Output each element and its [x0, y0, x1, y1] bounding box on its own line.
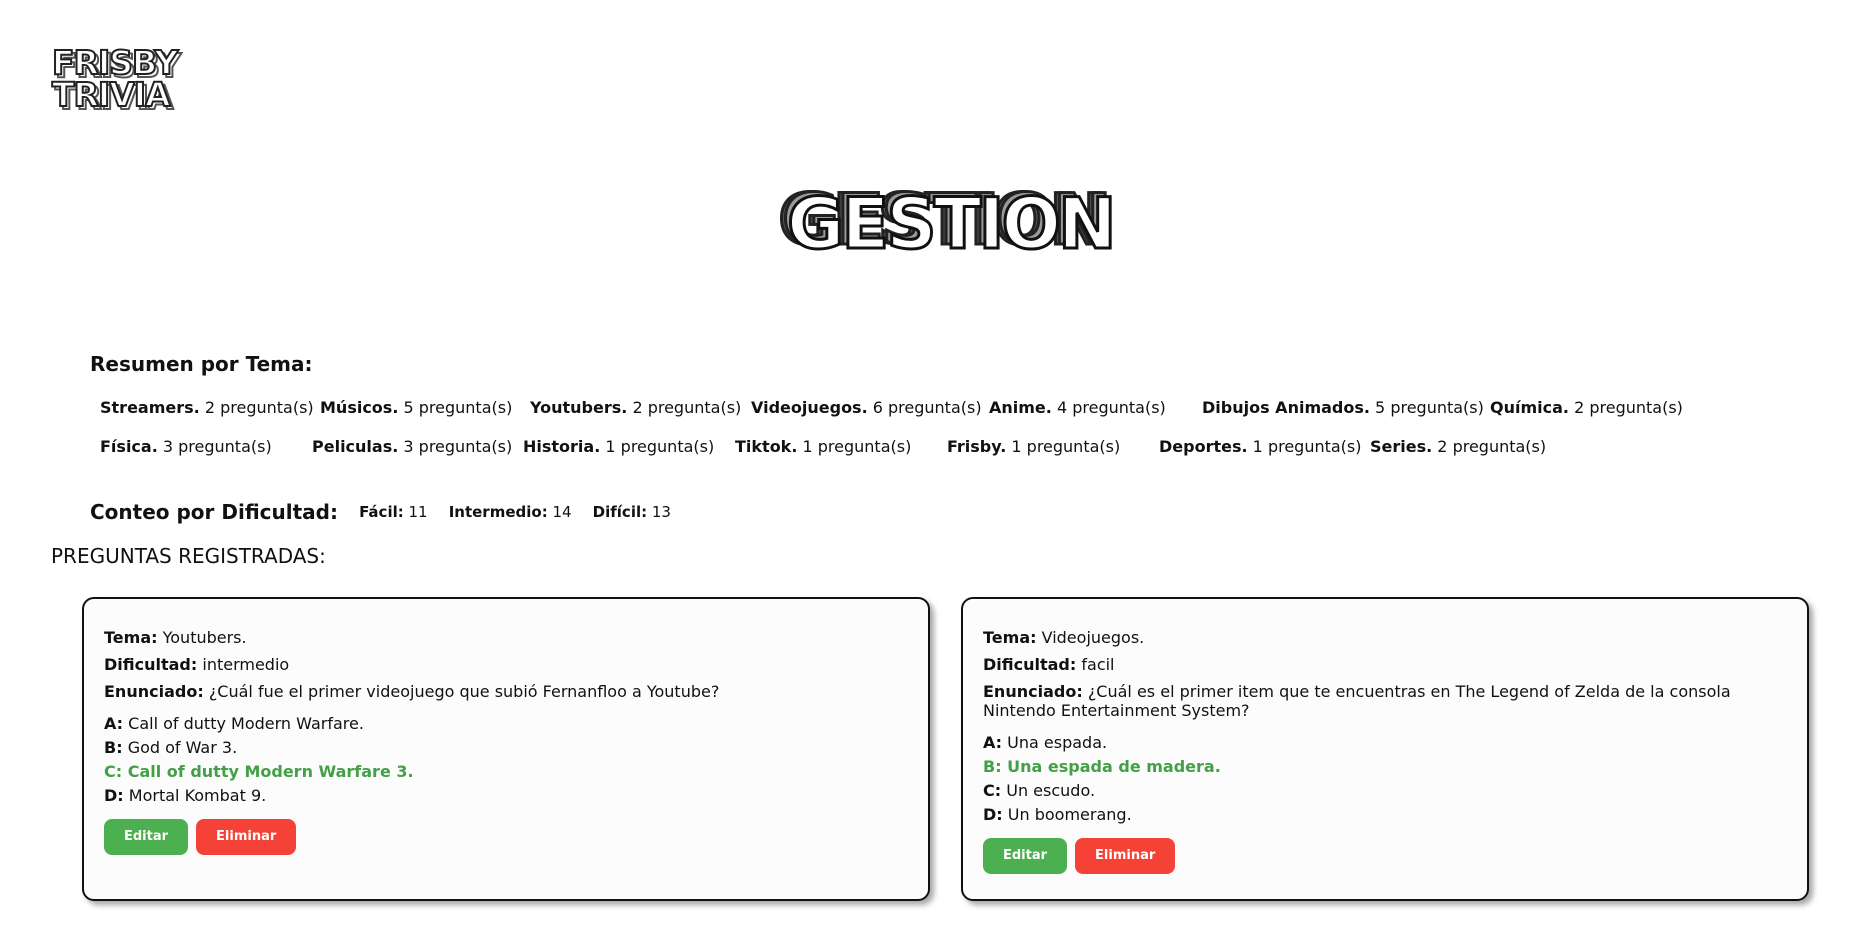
topic-summary-item: Series. 2 pregunta(s) [1370, 437, 1547, 456]
delete-button[interactable]: Eliminar [1075, 838, 1176, 874]
frisby-trivia-logo[interactable]: FRISBY FRISBY FRISBY TRIVIA TRIVIA TRIVI… [51, 43, 212, 118]
card-actions: Editar Eliminar [983, 838, 1787, 874]
difficulty-count-row: Conteo por Dificultad: Fácil: 11 Interme… [90, 500, 671, 526]
option-b: B: God of War 3. [104, 738, 238, 757]
question-topic: Tema: Youtubers. [104, 628, 247, 647]
question-difficulty: Dificultad: intermedio [104, 655, 290, 674]
question-topic: Tema: Videojuegos. [983, 628, 1145, 647]
difficulty-count-intermediate: Intermedio: 14 [448, 503, 572, 521]
topic-summary-item: Dibujos Animados. 5 pregunta(s) [1202, 398, 1484, 417]
topic-summary-item: Youtubers. 2 pregunta(s) [530, 398, 742, 417]
difficulty-count-hard: Difícil: 13 [592, 503, 671, 521]
delete-button[interactable]: Eliminar [196, 819, 297, 855]
question-statement: Enunciado: ¿Cuál fue el primer videojueg… [104, 682, 720, 701]
page-title-container: GESTION GESTION GESTION [0, 184, 1876, 265]
topic-summary-item: Frisby. 1 pregunta(s) [947, 437, 1121, 456]
topic-summary-item: Química. 2 pregunta(s) [1490, 398, 1683, 417]
logo-line-2: TRIVIA TRIVIA TRIVIA [51, 75, 212, 118]
card-actions: Editar Eliminar [104, 819, 908, 855]
option-c: C: Un escudo. [983, 781, 1096, 800]
option-d: D: Mortal Kombat 9. [104, 786, 267, 805]
topic-summary-item: Física. 3 pregunta(s) [100, 437, 272, 456]
topic-summary-item: Peliculas. 3 pregunta(s) [312, 437, 513, 456]
edit-button[interactable]: Editar [104, 819, 189, 855]
question-card: Tema: Youtubers. Dificultad: intermedio … [82, 597, 930, 901]
topic-summary-item: Deportes. 1 pregunta(s) [1159, 437, 1362, 456]
option-b-correct: B: Una espada de madera. [983, 757, 1221, 776]
question-statement: Enunciado: ¿Cuál es el primer item que t… [983, 682, 1731, 720]
option-c-correct: C: Call of dutty Modern Warfare 3. [104, 762, 414, 781]
topic-summary-item: Anime. 4 pregunta(s) [989, 398, 1166, 417]
topic-summary-item: Streamers. 2 pregunta(s) [100, 398, 314, 417]
page-title: GESTION GESTION GESTION [777, 184, 1119, 265]
logo-text-line2: TRIVIA [51, 75, 172, 114]
question-options: A: Call of dutty Modern Warfare. B: God … [104, 714, 908, 805]
option-a: A: Call of dutty Modern Warfare. [104, 714, 364, 733]
question-card: Tema: Videojuegos. Dificultad: facil Enu… [961, 597, 1809, 901]
question-difficulty: Dificultad: facil [983, 655, 1115, 674]
edit-button[interactable]: Editar [983, 838, 1068, 874]
difficulty-heading: Conteo por Dificultad: [90, 500, 338, 524]
topic-summary-item: Tiktok. 1 pregunta(s) [735, 437, 912, 456]
title-text: GESTION [786, 183, 1119, 265]
option-d: D: Un boomerang. [983, 805, 1132, 824]
difficulty-count-easy: Fácil: 11 [359, 503, 428, 521]
registered-questions-heading: PREGUNTAS REGISTRADAS: [51, 544, 326, 568]
topic-summary-item: Historia. 1 pregunta(s) [523, 437, 715, 456]
summary-heading: Resumen por Tema: [90, 352, 313, 376]
option-a: A: Una espada. [983, 733, 1108, 752]
topic-summary-item: Músicos. 5 pregunta(s) [320, 398, 513, 417]
topic-summary-item: Videojuegos. 6 pregunta(s) [751, 398, 982, 417]
question-options: A: Una espada. B: Una espada de madera. … [983, 733, 1787, 824]
logo-text-line1: FRISBY [51, 43, 179, 82]
